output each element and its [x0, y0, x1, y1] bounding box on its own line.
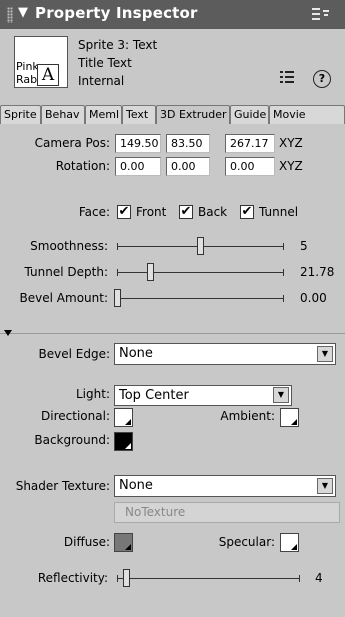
back-label: Back — [198, 205, 228, 219]
reflectivity-slider-thumb[interactable] — [123, 569, 130, 587]
sprite-location: Internal — [78, 74, 125, 88]
swatch-arrow-icon — [125, 544, 131, 550]
tab-3d-extruder[interactable]: 3D Extruder — [156, 105, 230, 125]
tunnel-checkbox[interactable]: ✔ — [240, 205, 254, 219]
smoothness-value: 5 — [300, 239, 308, 253]
rotation-z-field[interactable]: 0.00 — [225, 157, 275, 176]
shader-texture-dropdown[interactable]: None ▼ — [114, 475, 336, 497]
shader-texture-value: None — [119, 478, 153, 493]
light-label: Light: — [76, 387, 110, 401]
specular-label: Specular: — [218, 535, 275, 549]
light-dropdown[interactable]: Top Center ▼ — [114, 385, 292, 406]
section-expand-arrow-icon[interactable] — [4, 330, 12, 336]
background-color-swatch[interactable] — [114, 432, 133, 451]
reflectivity-label: Reflectivity: — [37, 571, 108, 585]
thumbnail-text-1: Pink — [16, 60, 39, 73]
tunnel-depth-tick-end — [283, 269, 284, 276]
swatch-arrow-icon — [291, 419, 297, 425]
bevel-edge-label: Bevel Edge: — [38, 347, 111, 361]
tab-text[interactable]: Text — [122, 105, 156, 124]
bevel-amount-tick-end — [283, 295, 284, 302]
reflectivity-tick-end — [299, 575, 300, 582]
camera-pos-z-field[interactable]: 267.17 — [225, 134, 275, 153]
shader-texture-label: Shader Texture: — [15, 479, 110, 493]
camera-pos-label: Camera Pos: — [34, 136, 110, 150]
tunnel-depth-slider-thumb[interactable] — [147, 263, 154, 281]
directional-label: Directional: — [41, 409, 110, 423]
panel-menu-icon[interactable] — [312, 6, 332, 22]
tunnel-depth-value: 21.78 — [300, 265, 335, 279]
directional-color-swatch[interactable] — [114, 408, 133, 427]
tab-movie[interactable]: Movie — [269, 105, 345, 124]
sprite-type: Title Text — [78, 56, 132, 70]
sprite-name: Sprite 3: Text — [78, 38, 158, 52]
ambient-label: Ambient: — [220, 409, 275, 423]
bevel-edge-dropdown[interactable]: None ▼ — [114, 343, 336, 365]
chevron-down-icon[interactable]: ▼ — [273, 387, 289, 403]
camera-pos-x-field[interactable]: 149.50 — [115, 134, 161, 153]
swatch-arrow-icon — [125, 419, 131, 425]
tab-member[interactable]: Meml — [85, 105, 122, 124]
diffuse-color-swatch[interactable] — [114, 533, 133, 552]
tab-guide[interactable]: Guide — [230, 105, 269, 124]
swatch-arrow-icon — [291, 544, 297, 550]
gripper-icon[interactable] — [7, 7, 13, 23]
bevel-amount-value: 0.00 — [300, 291, 327, 305]
bevel-amount-slider-thumb[interactable] — [114, 289, 121, 307]
smoothness-tick-start — [117, 243, 118, 250]
reflectivity-track — [117, 578, 300, 579]
rotation-label: Rotation: — [55, 159, 110, 173]
smoothness-label: Smoothness: — [30, 239, 108, 253]
diffuse-label: Diffuse: — [63, 535, 110, 549]
section-divider — [0, 333, 345, 334]
tab-behaviors[interactable]: Behav — [41, 105, 85, 124]
tunnel-label: Tunnel — [259, 205, 299, 219]
tunnel-depth-track — [117, 272, 284, 273]
text-member-icon: A — [37, 64, 59, 86]
tab-sprite[interactable]: Sprite — [0, 105, 41, 124]
rotation-x-field[interactable]: 0.00 — [115, 157, 161, 176]
help-icon[interactable]: ? — [313, 70, 331, 88]
smoothness-tick-end — [283, 243, 284, 250]
rotation-y-field[interactable]: 0.00 — [166, 157, 210, 176]
reflectivity-value: 4 — [315, 571, 323, 585]
front-checkbox[interactable]: ✔ — [117, 205, 131, 219]
front-label: Front — [136, 205, 167, 219]
back-checkbox[interactable]: ✔ — [179, 205, 193, 219]
background-label: Background: — [34, 433, 110, 447]
texture-name-field: NoTexture — [114, 502, 340, 523]
bevel-amount-label: Bevel Amount: — [19, 291, 108, 305]
rotation-unit: XYZ — [279, 159, 303, 173]
bevel-amount-track — [117, 298, 284, 299]
camera-pos-y-field[interactable]: 83.50 — [166, 134, 210, 153]
tunnel-depth-tick-start — [117, 269, 118, 276]
tab-bar: Sprite Behav Meml Text 3D Extruder Guide… — [0, 105, 345, 125]
list-view-icon[interactable] — [280, 71, 294, 83]
tunnel-depth-label: Tunnel Depth: — [24, 265, 108, 279]
collapse-arrow-icon[interactable]: ▼ — [18, 5, 28, 20]
bevel-edge-value: None — [119, 346, 153, 361]
panel-title: Property Inspector — [35, 4, 198, 22]
camera-pos-unit: XYZ — [279, 136, 303, 150]
light-value: Top Center — [119, 388, 189, 403]
smoothness-slider-thumb[interactable] — [197, 237, 204, 255]
specular-color-swatch[interactable] — [280, 533, 299, 552]
reflectivity-tick-start — [117, 575, 118, 582]
face-label: Face: — [78, 205, 110, 219]
chevron-down-icon[interactable]: ▼ — [317, 478, 333, 494]
ambient-color-swatch[interactable] — [280, 408, 299, 427]
swatch-arrow-icon — [125, 443, 131, 449]
chevron-down-icon[interactable]: ▼ — [317, 346, 333, 362]
